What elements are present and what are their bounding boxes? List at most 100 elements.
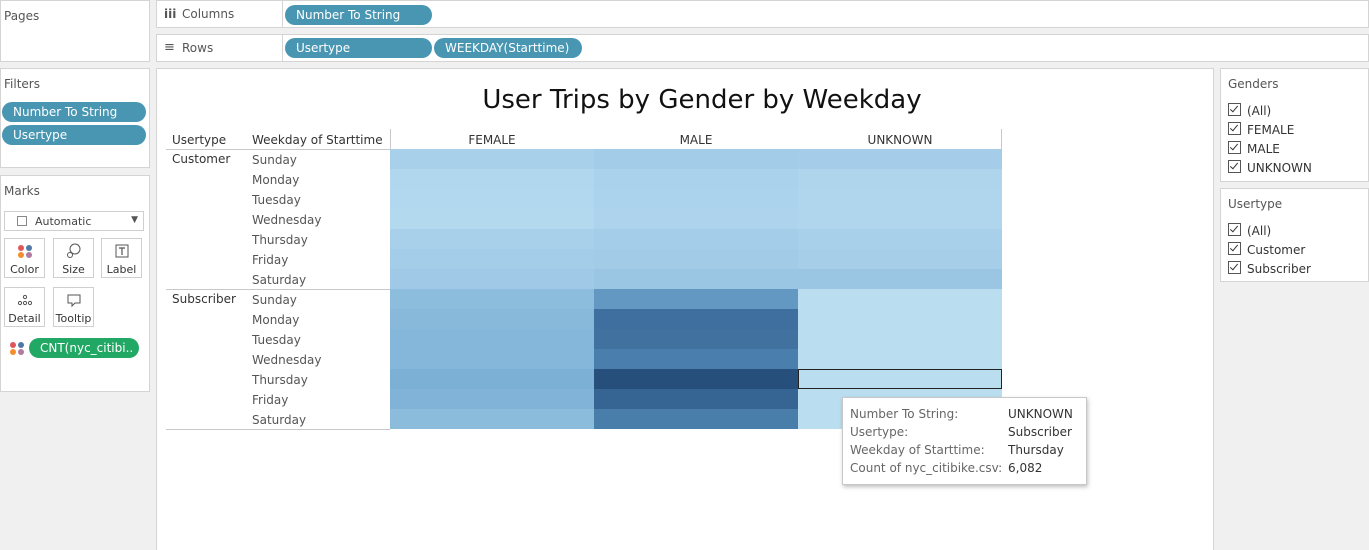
checkbox-checked-icon[interactable] [1228,103,1241,116]
rows-icon: ≡ [164,40,175,55]
heatmap-cell[interactable] [798,309,1002,329]
heatmap-cell[interactable] [594,409,798,429]
heatmap-cell[interactable] [798,369,1002,389]
heatmap-cell[interactable] [390,149,594,169]
heatmap-cell[interactable] [594,229,798,249]
size-icon [54,243,93,263]
col-header-unknown: UNKNOWN [867,133,933,147]
heatmap-cell[interactable] [798,149,1002,169]
genders-option-all[interactable]: (All) [1228,103,1271,119]
heatmap-cell[interactable] [594,349,798,369]
rows-pill-weekday[interactable]: WEEKDAY(Starttime) [434,38,582,58]
usertype-option-subscriber[interactable]: Subscriber [1228,261,1311,277]
heatmap-cell[interactable] [390,309,594,329]
pages-panel: Pages [0,0,150,62]
heatmap-cell[interactable] [798,289,1002,309]
marks-title: Marks [4,184,40,198]
tooltip-button[interactable]: Tooltip [53,287,94,327]
detail-button[interactable]: Detail [4,287,45,327]
heatmap-cell[interactable] [798,269,1002,289]
tooltip-key: Weekday of Starttime: [850,443,985,457]
table-bottom-line [166,429,390,430]
heatmap-cell[interactable] [594,249,798,269]
rows-pill-usertype[interactable]: Usertype [285,38,432,58]
filter-pill-usertype[interactable]: Usertype [2,125,146,145]
mark-type-select[interactable]: Automatic ▼ [4,211,144,231]
heatmap-cell[interactable] [594,389,798,409]
genders-option-unknown[interactable]: UNKNOWN [1228,160,1312,176]
heatmap-cell[interactable] [594,269,798,289]
heatmap-cell[interactable] [594,189,798,209]
day-label: Friday [252,253,289,267]
tooltip-value: 6,082 [1008,461,1043,475]
columns-icon: iii [164,7,177,21]
filter-pill-number-to-string[interactable]: Number To String [2,102,146,122]
heatmap-cell[interactable] [798,189,1002,209]
label-icon [102,243,141,263]
col-header-male: MALE [679,133,713,147]
day-label: Tuesday [252,333,301,347]
day-label: Tuesday [252,193,301,207]
header-col-divider [1001,129,1002,149]
heatmap-cell[interactable] [390,269,594,289]
heatmap-cell[interactable] [390,249,594,269]
checkbox-checked-icon[interactable] [1228,242,1241,255]
tooltip-value: Thursday [1008,443,1064,457]
tooltip-value: Subscriber [1008,425,1072,439]
color-button[interactable]: Color [4,238,45,278]
heatmap-cell[interactable] [594,289,798,309]
genders-title: Genders [1228,77,1279,91]
usertype-option-customer[interactable]: Customer [1228,242,1305,258]
heatmap-cell[interactable] [390,349,594,369]
columns-pill-number-to-string[interactable]: Number To String [285,5,432,25]
heatmap-cell[interactable] [390,409,594,429]
heatmap-cell[interactable] [798,209,1002,229]
heatmap-cell[interactable] [390,229,594,249]
checkbox-checked-icon[interactable] [1228,141,1241,154]
heatmap-cell[interactable] [390,189,594,209]
heatmap-cell[interactable] [390,369,594,389]
heatmap-cell[interactable] [390,329,594,349]
rows-shelf[interactable]: ≡ Rows Usertype WEEKDAY(Starttime) [156,34,1369,62]
group-label-subscriber: Subscriber [172,292,236,306]
day-label: Monday [252,173,300,187]
checkbox-checked-icon[interactable] [1228,261,1241,274]
heatmap-cell[interactable] [798,229,1002,249]
heatmap-cell[interactable] [594,169,798,189]
heatmap-cell[interactable] [798,169,1002,189]
row-header-weekday: Weekday of Starttime [252,133,383,147]
heatmap-cell[interactable] [390,169,594,189]
pages-title: Pages [4,9,40,23]
checkbox-checked-icon[interactable] [1228,160,1241,173]
heatmap-cell[interactable] [594,149,798,169]
day-label: Saturday [252,273,307,287]
genders-option-female[interactable]: FEMALE [1228,122,1294,138]
heatmap-cell[interactable] [798,349,1002,369]
heatmap-cell[interactable] [594,329,798,349]
heatmap-cell[interactable] [594,309,798,329]
usertype-option-all[interactable]: (All) [1228,223,1271,239]
heatmap-cell[interactable] [390,209,594,229]
genders-option-male[interactable]: MALE [1228,141,1280,157]
marks-field-pill[interactable]: CNT(nyc_citibi.. [29,338,139,358]
option-label: (All) [1247,104,1272,118]
group-label-customer: Customer [172,152,231,166]
heatmap-cell[interactable] [390,289,594,309]
size-button[interactable]: Size [53,238,94,278]
heatmap-cell[interactable] [390,389,594,409]
day-label: Wednesday [252,353,322,367]
heatmap-cell[interactable] [798,329,1002,349]
columns-shelf[interactable]: iii Columns Number To String [156,0,1369,28]
option-label: UNKNOWN [1247,161,1312,175]
checkbox-checked-icon[interactable] [1228,122,1241,135]
label-label: Label [106,263,137,276]
day-label: Sunday [252,153,297,167]
day-label: Friday [252,393,289,407]
heatmap-cell[interactable] [798,249,1002,269]
day-label: Wednesday [252,213,322,227]
heatmap-cell[interactable] [594,369,798,389]
heatmap-cell[interactable] [594,209,798,229]
tooltip-key: Number To String: [850,407,959,421]
checkbox-checked-icon[interactable] [1228,223,1241,236]
label-button[interactable]: Label [101,238,142,278]
